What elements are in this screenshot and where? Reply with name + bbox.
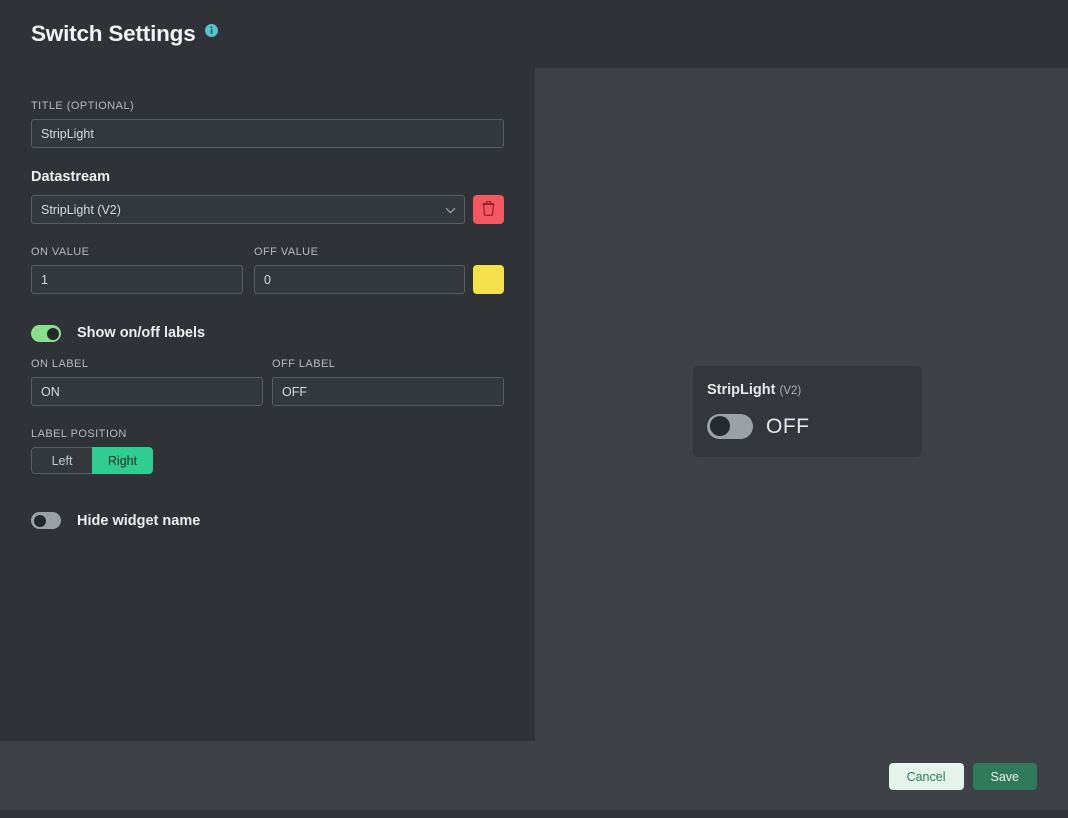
widget-preview-pin: (V2) xyxy=(779,385,802,397)
label-position-segmented-control: Left Right xyxy=(31,447,153,475)
widget-preview-title-text: StripLight xyxy=(707,382,776,398)
widget-preview-area: StripLight (V2) OFF xyxy=(535,68,1068,741)
hide-widget-name-toggle[interactable] xyxy=(31,512,61,530)
on-value-group: ON VALUE xyxy=(31,246,243,295)
labels-row: ON LABEL OFF LABEL xyxy=(31,358,504,407)
title-input[interactable] xyxy=(31,119,504,149)
widget-preview-toggle[interactable] xyxy=(707,413,753,439)
show-labels-toggle-row: Show on/off labels xyxy=(31,325,504,343)
title-field-group: TITLE (OPTIONAL) xyxy=(31,100,504,149)
show-labels-toggle-label: Show on/off labels xyxy=(77,325,206,342)
cancel-button[interactable]: Cancel xyxy=(888,763,964,790)
save-button[interactable]: Save xyxy=(972,763,1037,790)
switch-settings-dialog: Switch Settings TITLE (OPTIONAL) Datastr… xyxy=(0,0,1068,818)
on-value-input[interactable] xyxy=(31,265,243,295)
on-label-label: ON LABEL xyxy=(31,358,89,371)
toggle-knob xyxy=(709,416,730,436)
widget-preview-title: StripLight (V2) xyxy=(707,383,922,398)
on-label-input[interactable] xyxy=(31,377,263,407)
off-value-label: OFF VALUE xyxy=(254,246,319,259)
off-label-label: OFF LABEL xyxy=(272,358,336,371)
trash-icon xyxy=(482,200,495,219)
hide-widget-name-row: Hide widget name xyxy=(31,512,504,530)
datastream-select-wrap: StripLight (V2) xyxy=(31,195,465,225)
label-position-option-left[interactable]: Left xyxy=(31,447,92,475)
on-label-group: ON LABEL xyxy=(31,358,263,407)
off-label-group: OFF LABEL xyxy=(272,358,504,407)
widget-preview-state-label: OFF xyxy=(766,414,810,438)
delete-datastream-button[interactable] xyxy=(473,195,504,225)
datastream-heading: Datastream xyxy=(31,169,110,186)
datastream-selected-value: StripLight (V2) xyxy=(41,202,121,217)
dialog-footer: Cancel Save xyxy=(0,741,1068,810)
label-position-label: LABEL POSITION xyxy=(31,428,127,441)
on-value-label: ON VALUE xyxy=(31,246,90,259)
toggle-knob xyxy=(46,327,59,340)
label-position-option-right[interactable]: Right xyxy=(92,447,153,475)
settings-panel: TITLE (OPTIONAL) Datastream StripLight (… xyxy=(0,68,535,741)
info-icon[interactable] xyxy=(204,23,218,37)
toggle-knob xyxy=(33,514,46,527)
datastream-row: StripLight (V2) xyxy=(31,195,504,225)
datastream-select[interactable]: StripLight (V2) xyxy=(31,195,465,225)
off-value-input[interactable] xyxy=(254,265,465,295)
hide-widget-name-label: Hide widget name xyxy=(77,512,201,529)
page-title: Switch Settings xyxy=(31,20,196,46)
label-position-group: LABEL POSITION Left Right xyxy=(31,428,504,475)
widget-preview-switch-row: OFF xyxy=(707,413,922,439)
bottom-strip xyxy=(0,810,1068,818)
color-swatch[interactable] xyxy=(473,265,504,295)
values-row: ON VALUE OFF VALUE xyxy=(31,246,504,295)
title-field-label: TITLE (OPTIONAL) xyxy=(31,100,135,112)
datastream-group: Datastream StripLight (V2) xyxy=(31,169,504,225)
footer-button-group: Cancel Save xyxy=(888,763,1037,790)
switch-widget-preview: StripLight (V2) OFF xyxy=(693,366,922,457)
show-labels-toggle[interactable] xyxy=(31,325,61,343)
off-label-input[interactable] xyxy=(272,377,504,407)
dialog-header: Switch Settings xyxy=(0,0,1068,68)
off-value-group: OFF VALUE xyxy=(254,246,465,295)
